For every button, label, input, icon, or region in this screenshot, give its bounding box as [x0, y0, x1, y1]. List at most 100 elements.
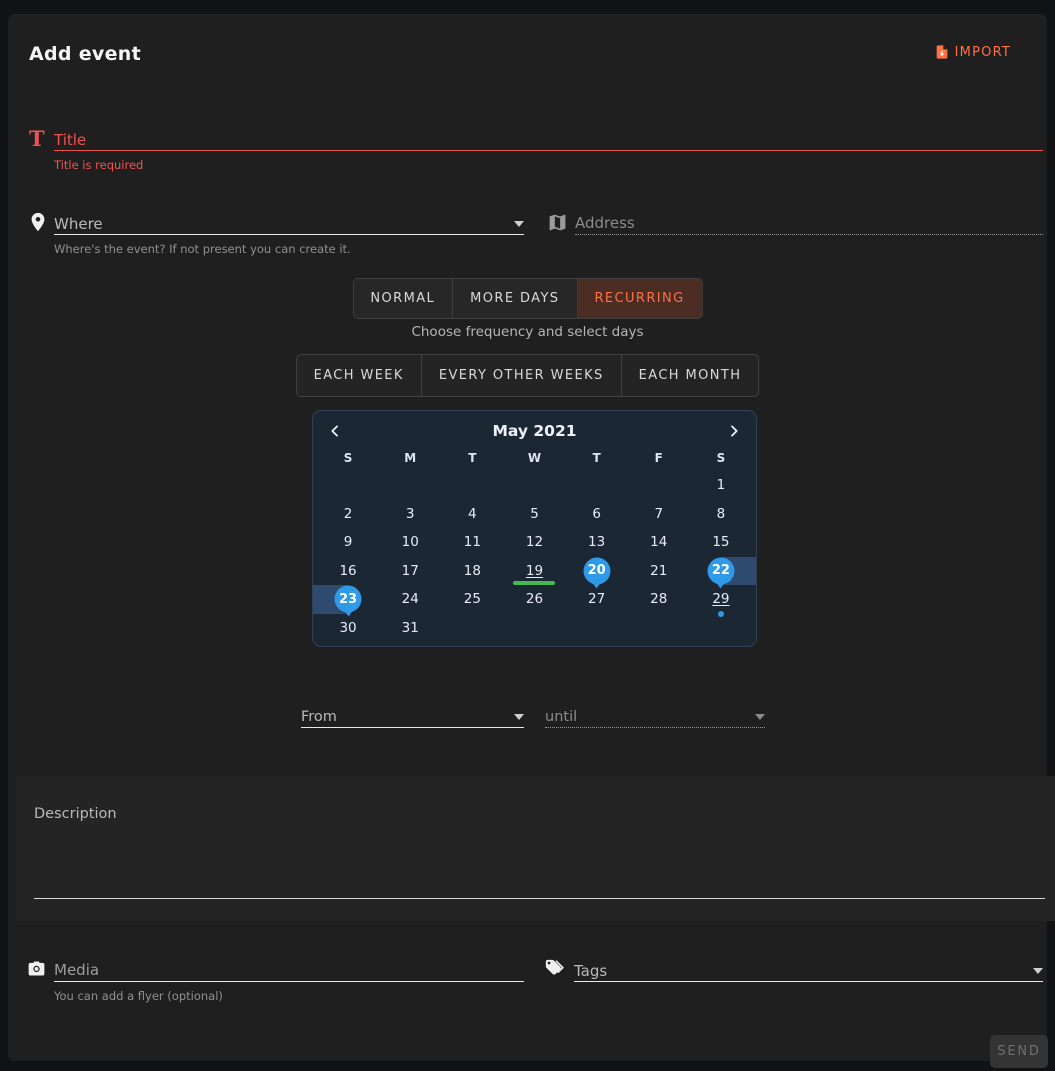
day-number: 24 — [402, 591, 419, 607]
import-button[interactable]: IMPORT — [934, 44, 1011, 60]
calendar-day-10[interactable]: 10 — [379, 528, 441, 557]
weekday-header: S — [690, 451, 752, 471]
calendar-day-3[interactable]: 3 — [379, 500, 441, 529]
tab-more-days[interactable]: MORE DAYS — [453, 279, 577, 318]
day-number: 29 — [712, 591, 729, 607]
tab-every-other-weeks[interactable]: EVERY OTHER WEEKS — [422, 355, 622, 396]
event-dot — [718, 611, 724, 617]
day-number: 19 — [526, 563, 543, 579]
chevron-down-icon — [514, 714, 524, 720]
calendar-day-empty — [503, 614, 565, 643]
chevron-down-icon — [1033, 968, 1043, 974]
until-placeholder: until — [545, 709, 577, 725]
import-label: IMPORT — [955, 45, 1011, 60]
calendar-day-25[interactable]: 25 — [441, 585, 503, 614]
day-mode-tab-group: NORMAL MORE DAYS RECURRING — [352, 278, 702, 319]
media-placeholder: Media — [54, 961, 99, 979]
address-input[interactable]: Address — [575, 213, 1043, 235]
calendar-day-14[interactable]: 14 — [628, 528, 690, 557]
day-number: 30 — [339, 620, 356, 636]
calendar-day-16[interactable]: 16 — [317, 557, 379, 586]
title-error-text: Title is required — [54, 158, 143, 172]
day-number: 2 — [344, 506, 353, 522]
title-text-icon: T — [29, 126, 45, 151]
calendar-day-23[interactable]: 23 — [317, 585, 379, 614]
calendar-day-22[interactable]: 22 — [690, 557, 752, 586]
day-number: 21 — [650, 563, 667, 579]
day-number: 28 — [650, 591, 667, 607]
calendar-day-7[interactable]: 7 — [628, 500, 690, 529]
calendar-day-26[interactable]: 26 — [503, 585, 565, 614]
where-select[interactable]: Where — [54, 213, 524, 235]
camera-icon — [26, 958, 48, 980]
tab-each-month[interactable]: EACH MONTH — [622, 355, 759, 396]
from-time-select[interactable]: From — [301, 706, 524, 728]
calendar-day-21[interactable]: 21 — [628, 557, 690, 586]
day-number: 5 — [530, 506, 539, 522]
day-number: 15 — [712, 534, 729, 550]
weekday-header: T — [441, 451, 503, 471]
calendar-prev-button[interactable] — [326, 422, 344, 440]
calendar-next-button[interactable] — [725, 422, 743, 440]
calendar-day-11[interactable]: 11 — [441, 528, 503, 557]
day-number: 7 — [654, 506, 663, 522]
day-number: 8 — [717, 506, 726, 522]
calendar-day-30[interactable]: 30 — [317, 614, 379, 643]
file-download-icon — [934, 44, 950, 60]
description-section: Description — [16, 776, 1055, 921]
calendar-day-1[interactable]: 1 — [690, 471, 752, 500]
calendar-day-12[interactable]: 12 — [503, 528, 565, 557]
day-number: 1 — [717, 477, 726, 493]
calendar-day-31[interactable]: 31 — [379, 614, 441, 643]
calendar-day-13[interactable]: 13 — [566, 528, 628, 557]
calendar-day-empty — [441, 471, 503, 500]
calendar-day-18[interactable]: 18 — [441, 557, 503, 586]
calendar-day-28[interactable]: 28 — [628, 585, 690, 614]
calendar-day-27[interactable]: 27 — [566, 585, 628, 614]
calendar-day-empty — [690, 614, 752, 643]
calendar-day-20[interactable]: 20 — [566, 557, 628, 586]
tab-each-week[interactable]: EACH WEEK — [297, 355, 422, 396]
frequency-tab-group: EACH WEEK EVERY OTHER WEEKS EACH MONTH — [296, 354, 760, 397]
weekday-header: M — [379, 451, 441, 471]
title-input[interactable]: Title — [54, 130, 1043, 151]
day-number: 13 — [588, 534, 605, 550]
day-number: 17 — [402, 563, 419, 579]
calendar-weekday-row: SMTWTFS — [313, 451, 756, 471]
send-button[interactable]: SEND — [990, 1035, 1048, 1068]
media-input[interactable]: Media — [54, 960, 524, 982]
chevron-down-icon — [755, 714, 765, 720]
add-event-page: Add event IMPORT T Title Title is requir… — [0, 0, 1055, 1071]
calendar-day-24[interactable]: 24 — [379, 585, 441, 614]
page-title: Add event — [29, 43, 141, 65]
calendar-day-17[interactable]: 17 — [379, 557, 441, 586]
description-placeholder: Description — [34, 806, 117, 822]
day-number: 31 — [402, 620, 419, 636]
day-number: 16 — [339, 563, 356, 579]
calendar-grid: 1234567891011121314151617181920212223242… — [313, 471, 756, 642]
calendar-day-29[interactable]: 29 — [690, 585, 752, 614]
calendar-day-6[interactable]: 6 — [566, 500, 628, 529]
description-textarea[interactable] — [34, 898, 1045, 899]
tab-recurring[interactable]: RECURRING — [577, 279, 701, 318]
map-icon — [547, 212, 569, 234]
day-number: 22 — [712, 563, 730, 578]
calendar-month-title: May 2021 — [492, 422, 576, 440]
calendar-day-9[interactable]: 9 — [317, 528, 379, 557]
calendar-day-2[interactable]: 2 — [317, 500, 379, 529]
day-number: 20 — [588, 563, 606, 578]
day-number: 6 — [592, 506, 601, 522]
calendar-day-empty — [317, 471, 379, 500]
calendar-day-5[interactable]: 5 — [503, 500, 565, 529]
calendar-day-19[interactable]: 19 — [503, 557, 565, 586]
calendar-day-15[interactable]: 15 — [690, 528, 752, 557]
calendar-day-4[interactable]: 4 — [441, 500, 503, 529]
tags-select[interactable]: Tags — [574, 960, 1043, 982]
weekday-header: W — [503, 451, 565, 471]
frequency-helper-text: Choose frequency and select days — [8, 324, 1047, 340]
calendar-day-empty — [441, 614, 503, 643]
calendar-day-8[interactable]: 8 — [690, 500, 752, 529]
calendar-day-empty — [379, 471, 441, 500]
tab-normal[interactable]: NORMAL — [353, 279, 453, 318]
until-time-select[interactable]: until — [545, 706, 765, 728]
